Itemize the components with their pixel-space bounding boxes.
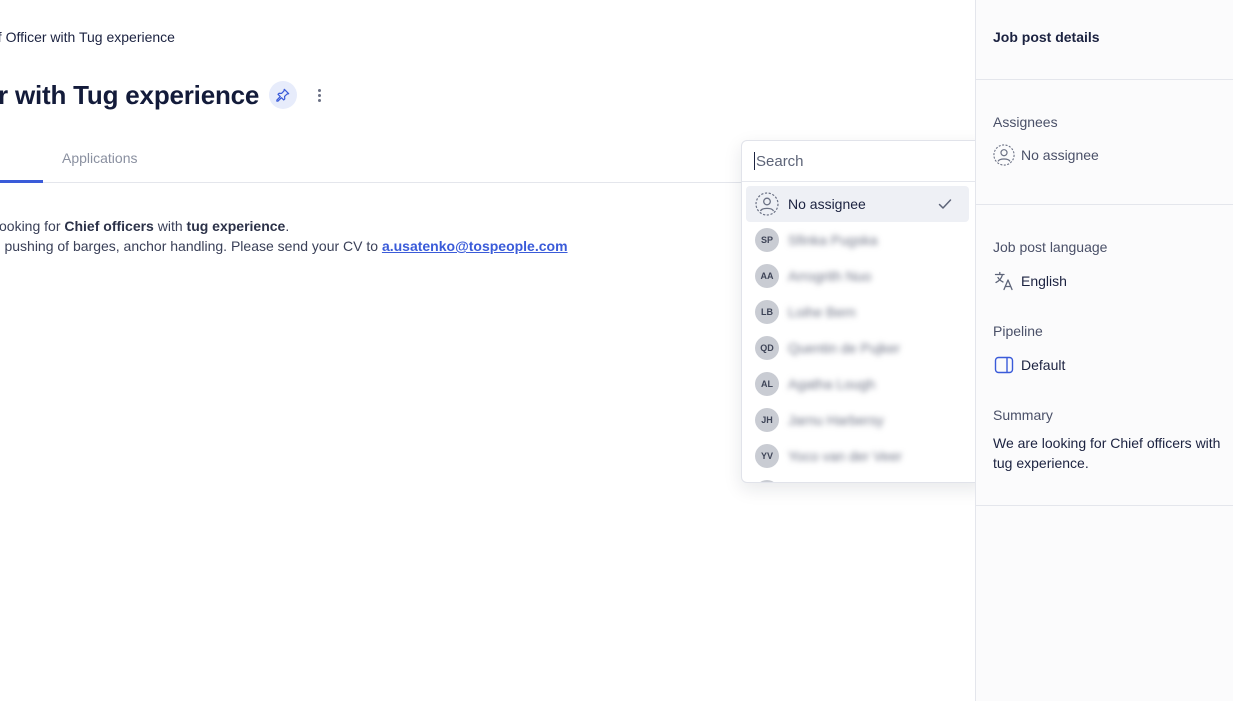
avatar: JH <box>755 408 779 432</box>
pin-icon <box>276 88 290 102</box>
avatar: AL <box>755 372 779 396</box>
text-caret <box>754 152 755 170</box>
assignee-name: Yoco van der Veer <box>788 448 902 464</box>
more-dot <box>317 98 321 102</box>
details-panel: Job post details Assignees No assignee J… <box>975 0 1233 701</box>
assignee-list: No assignee SP Sfinka Pugska AA Arrogrith N… <box>742 183 974 482</box>
email-link[interactable]: a.usatenko@tospeople.com <box>382 238 568 254</box>
bold-text: Chief officers <box>64 218 154 234</box>
assignee-option-partial[interactable] <box>746 474 969 482</box>
description-line-1: tly looking for Chief officers with tug … <box>0 216 568 236</box>
assignee-option[interactable]: LB Loihe Bern <box>746 294 969 330</box>
metadata-section: Job post language English Pipeline Defau… <box>976 205 1233 506</box>
more-dot <box>317 93 321 97</box>
summary-label: Summary <box>993 407 1053 423</box>
avatar <box>755 480 779 482</box>
pipeline-text: Default <box>1021 357 1066 373</box>
assignee-name: Loihe Bern <box>788 304 856 320</box>
assignee-option[interactable]: QD Quentin de Pujker <box>746 330 969 366</box>
language-value[interactable]: English <box>993 270 1067 292</box>
avatar: YV <box>755 444 779 468</box>
user-outline-icon <box>755 192 779 216</box>
panel-title: Job post details <box>976 0 1233 80</box>
assignees-section: Assignees No assignee <box>976 80 1233 205</box>
language-label: Job post language <box>993 239 1108 255</box>
option-no-assignee[interactable]: No assignee <box>746 186 969 222</box>
user-outline-icon <box>993 144 1015 166</box>
assignees-label: Assignees <box>993 114 1058 130</box>
avatar: QD <box>755 336 779 360</box>
pipeline-value[interactable]: Default <box>993 354 1065 376</box>
text: tly looking for <box>0 218 61 234</box>
avatar: AA <box>755 264 779 288</box>
assignees-text: No assignee <box>1021 147 1099 163</box>
assignee-name: Quentin de Pujker <box>788 340 901 356</box>
more-dot <box>317 88 321 92</box>
pipeline-label: Pipeline <box>993 323 1043 339</box>
job-description: tly looking for Chief officers with tug … <box>0 216 568 256</box>
breadcrumb[interactable]: ef Officer with Tug experience <box>0 29 175 45</box>
description-line-2: ing, pushing of barges, anchor handling.… <box>0 236 568 256</box>
text: . <box>285 218 290 234</box>
translate-icon <box>993 270 1015 292</box>
assignee-option[interactable]: JH Jarnu Harbersy <box>746 402 969 438</box>
text: with <box>153 218 187 234</box>
page-title: ficer with Tug experience <box>0 79 260 110</box>
summary-text: We are looking for Chief officers with t… <box>993 435 1221 471</box>
avatar: SP <box>755 228 779 252</box>
avatar: LB <box>755 300 779 324</box>
assignee-option[interactable]: AL Agatha Lough <box>746 366 969 402</box>
search-box <box>742 141 986 182</box>
search-input[interactable] <box>756 152 956 170</box>
assignee-option[interactable]: SP Sfinka Pugska <box>746 222 969 258</box>
active-tab-indicator <box>0 180 43 183</box>
assignee-option[interactable]: YV Yoco van der Veer <box>746 438 969 474</box>
assignee-option[interactable]: AA Arrogrith Nuo <box>746 258 969 294</box>
assignee-name: Sfinka Pugska <box>788 232 878 248</box>
assignee-name: Agatha Lough <box>788 376 876 392</box>
option-label: No assignee <box>788 196 866 212</box>
bold-text: tug experience <box>186 218 286 234</box>
assignee-name: Arrogrith Nuo <box>788 268 872 284</box>
title-row: ficer with Tug experience <box>0 78 329 112</box>
pipeline-icon <box>993 354 1015 376</box>
assignee-name: Jarnu Harbersy <box>788 412 884 428</box>
assignee-dropdown: No assignee SP Sfinka Pugska AA Arrogrith N… <box>741 140 987 483</box>
check-icon <box>938 199 952 209</box>
language-text: English <box>1021 273 1067 289</box>
tab-applications[interactable]: Applications <box>62 150 138 166</box>
assignees-value[interactable]: No assignee <box>993 144 1099 166</box>
more-options-button[interactable] <box>309 81 329 109</box>
pin-button[interactable] <box>269 81 298 109</box>
text: ing, pushing of barges, anchor handling.… <box>0 238 382 254</box>
